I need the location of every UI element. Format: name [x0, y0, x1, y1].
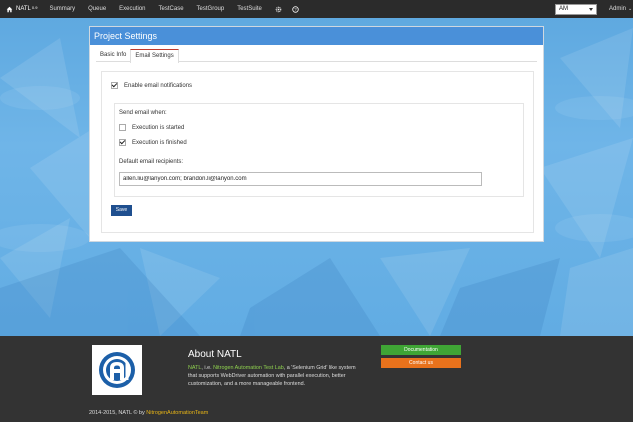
about-link[interactable]: Nitrogen Automation Test Lab	[213, 365, 284, 371]
nav-execution[interactable]: Execution	[119, 6, 145, 13]
execution-started-checkbox[interactable]	[119, 124, 126, 131]
project-select-value: AM	[559, 6, 568, 12]
copyright-text: 2014-2015, NATL © by	[89, 410, 147, 416]
project-select[interactable]: AM	[555, 4, 597, 15]
send-when-label: Send email when:	[119, 110, 167, 116]
about-description: NATL, i.e. Nitrogen Automation Test Lab,…	[188, 364, 363, 388]
team-link[interactable]: NitrogenAutomationTeam	[146, 410, 208, 416]
about-title: About NATL	[188, 349, 242, 360]
footer: About NATL NATL, i.e. Nitrogen Automatio…	[0, 336, 633, 422]
nav-testsuite[interactable]: TestSuite	[237, 6, 262, 13]
brand-name: NATL	[16, 6, 31, 12]
caret-down-icon	[589, 8, 593, 11]
tab-email-settings[interactable]: Email Settings	[130, 49, 179, 63]
help-icon[interactable]: ?	[292, 5, 299, 13]
panel-title: Project Settings	[90, 27, 543, 45]
brand-link[interactable]: NATL 0.9	[6, 4, 38, 13]
tab-basic-info[interactable]: Basic Info	[96, 49, 130, 62]
nav-queue[interactable]: Queue	[88, 6, 106, 13]
enable-notifications-label: Enable email notifications	[124, 82, 193, 89]
svg-text:?: ?	[294, 7, 297, 12]
execution-finished-label: Execution is finished	[132, 139, 187, 146]
nav-testgroup[interactable]: TestGroup	[197, 6, 225, 13]
nav-summary[interactable]: Summary	[49, 6, 75, 13]
enable-notifications-checkbox[interactable]	[111, 82, 118, 89]
settings-tabs: Basic Info Email Settings	[96, 49, 537, 63]
brand-version: 0.9	[31, 4, 38, 10]
nav-testcase[interactable]: TestCase	[159, 6, 184, 13]
project-settings-panel: Project Settings Basic Info Email Settin…	[89, 26, 544, 242]
natl-logo-icon	[99, 352, 135, 388]
user-menu[interactable]: Admin ⌄	[609, 6, 632, 12]
chevron-down-icon: ⌄	[628, 6, 633, 12]
natl-logo	[92, 345, 142, 395]
enable-notifications-row: Enable email notifications	[111, 82, 192, 89]
documentation-button[interactable]: Documentation	[381, 345, 461, 355]
execution-finished-checkbox[interactable]	[119, 139, 126, 146]
execution-started-label: Execution is started	[132, 124, 185, 131]
email-settings-form: Enable email notifications Send email wh…	[101, 71, 534, 233]
about-natl: NATL	[188, 365, 202, 371]
execution-finished-row: Execution is finished	[119, 139, 187, 146]
copyright: 2014-2015, NATL © by NitrogenAutomationT…	[89, 410, 208, 416]
gear-icon[interactable]	[275, 6, 282, 13]
recipients-input[interactable]	[119, 172, 482, 186]
save-button[interactable]: Save	[111, 205, 132, 216]
about-ie: , i.e.	[201, 365, 214, 371]
notification-options-box: Send email when: Execution is started Ex…	[114, 103, 524, 197]
contact-us-button[interactable]: Contact us	[381, 358, 461, 368]
execution-started-row: Execution is started	[119, 124, 184, 131]
user-name: Admin	[609, 6, 627, 12]
recipients-label: Default email recipients:	[119, 159, 184, 165]
home-icon	[6, 6, 13, 12]
top-navbar: NATL 0.9 Summary Queue Execution TestCase…	[0, 0, 633, 18]
